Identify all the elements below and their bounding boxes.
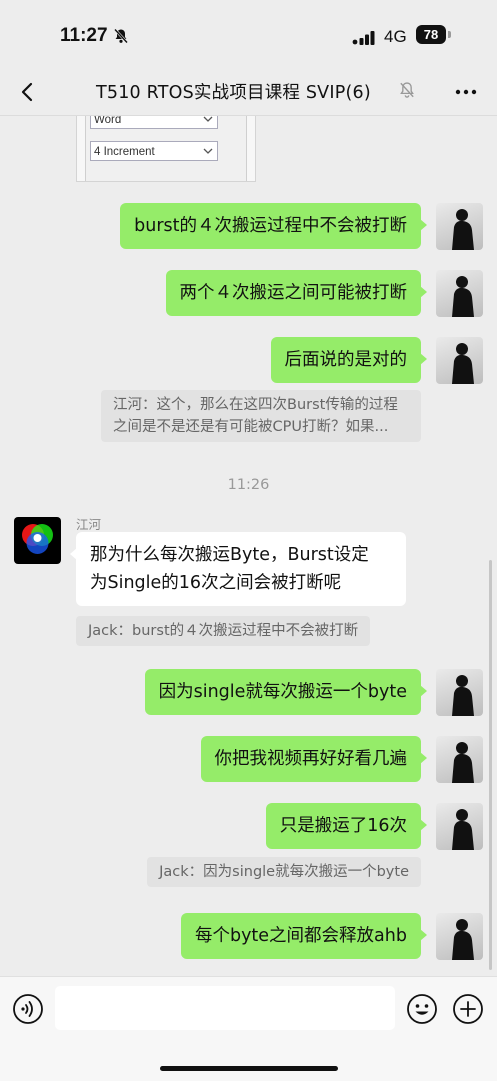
message-bubble-sent[interactable]: 只是搬运了16次 — [265, 803, 428, 849]
image-select-data-width: Word — [90, 116, 218, 129]
back-button[interactable] — [14, 78, 42, 106]
plus-circle-icon — [453, 994, 483, 1024]
image-select-label: 4 Increment — [94, 146, 155, 158]
message-bubble-sent[interactable]: 每个byte之间都会释放ahb — [180, 913, 428, 959]
my-avatar[interactable] — [436, 669, 483, 716]
emoji-button[interactable] — [406, 993, 438, 1025]
cellular-signal-icon — [352, 30, 376, 49]
more-dots-icon — [455, 89, 477, 95]
quoted-reply[interactable]: Jack：因为single就每次搬运一个byte — [147, 857, 421, 887]
emoji-icon — [407, 994, 437, 1024]
chat-title: T510 RTOS实战项目课程 SVIP(6) — [96, 83, 371, 103]
status-bar: 11:27 4G 78 — [0, 0, 497, 70]
my-avatar[interactable] — [436, 270, 483, 317]
sender-name: 江河 — [76, 517, 102, 532]
status-time: 11:27 — [60, 25, 108, 46]
message-line: 那为什么每次搬运Byte，Burst设定 — [90, 545, 369, 565]
home-indicator[interactable] — [160, 1066, 338, 1071]
message-line: 为Single的16次之间会被打断呢 — [90, 573, 342, 593]
my-avatar[interactable] — [436, 203, 483, 250]
voice-input-button[interactable] — [12, 993, 44, 1025]
message-input[interactable] — [55, 986, 395, 1030]
quote-line: 之间是不是还是有可能被CPU打断？如果... — [113, 419, 389, 435]
chevron-down-icon — [203, 116, 213, 122]
my-avatar[interactable] — [436, 736, 483, 783]
message-bubble-sent[interactable]: 你把我视频再好好看几遍 — [200, 736, 427, 782]
message-bubble-sent[interactable]: 后面说的是对的 — [270, 337, 427, 383]
image-message[interactable]: Word 4 Increment — [76, 116, 256, 182]
chevron-down-icon — [203, 148, 213, 154]
message-timestamp: 11:26 — [227, 477, 270, 493]
mute-icon — [398, 81, 416, 103]
bell-off-icon — [113, 28, 129, 48]
my-avatar[interactable] — [436, 913, 483, 960]
sender-avatar[interactable] — [14, 517, 61, 564]
chat-header: T510 RTOS实战项目课程 SVIP(6) — [0, 70, 497, 116]
voice-icon — [13, 994, 43, 1024]
quoted-reply[interactable]: Jack：burst的４次搬运过程中不会被打断 — [76, 616, 371, 646]
battery-level: 78 — [416, 25, 446, 44]
message-list[interactable]: Word 4 Increment burst的４次搬运过程中不会被打断 两个４次… — [0, 116, 497, 976]
image-content: Word 4 Increment — [85, 116, 247, 181]
message-bubble-sent[interactable]: 两个４次搬运之间可能被打断 — [165, 270, 427, 316]
more-functions-button[interactable] — [452, 993, 484, 1025]
network-type: 4G — [384, 27, 407, 46]
chevron-left-icon — [21, 82, 33, 102]
message-bubble-sent[interactable]: burst的４次搬运过程中不会被打断 — [120, 203, 427, 249]
my-avatar[interactable] — [436, 803, 483, 850]
more-options-button[interactable] — [452, 78, 480, 106]
battery-tip — [448, 31, 451, 38]
message-bubble-received[interactable]: 那为什么每次搬运Byte，Burst设定 为Single的16次之间会被打断呢 — [70, 532, 406, 606]
image-select-burst: 4 Increment — [90, 141, 218, 161]
quoted-reply[interactable]: 江河：这个，那么在这四次Burst传输的过程 之间是不是还是有可能被CPU打断？… — [101, 390, 421, 442]
my-avatar[interactable] — [436, 337, 483, 384]
message-bubble-sent[interactable]: 因为single就每次搬运一个byte — [144, 669, 428, 715]
quote-line: 江河：这个，那么在这四次Burst传输的过程 — [113, 397, 398, 413]
image-select-label: Word — [94, 116, 122, 126]
scrollbar[interactable] — [489, 560, 492, 970]
